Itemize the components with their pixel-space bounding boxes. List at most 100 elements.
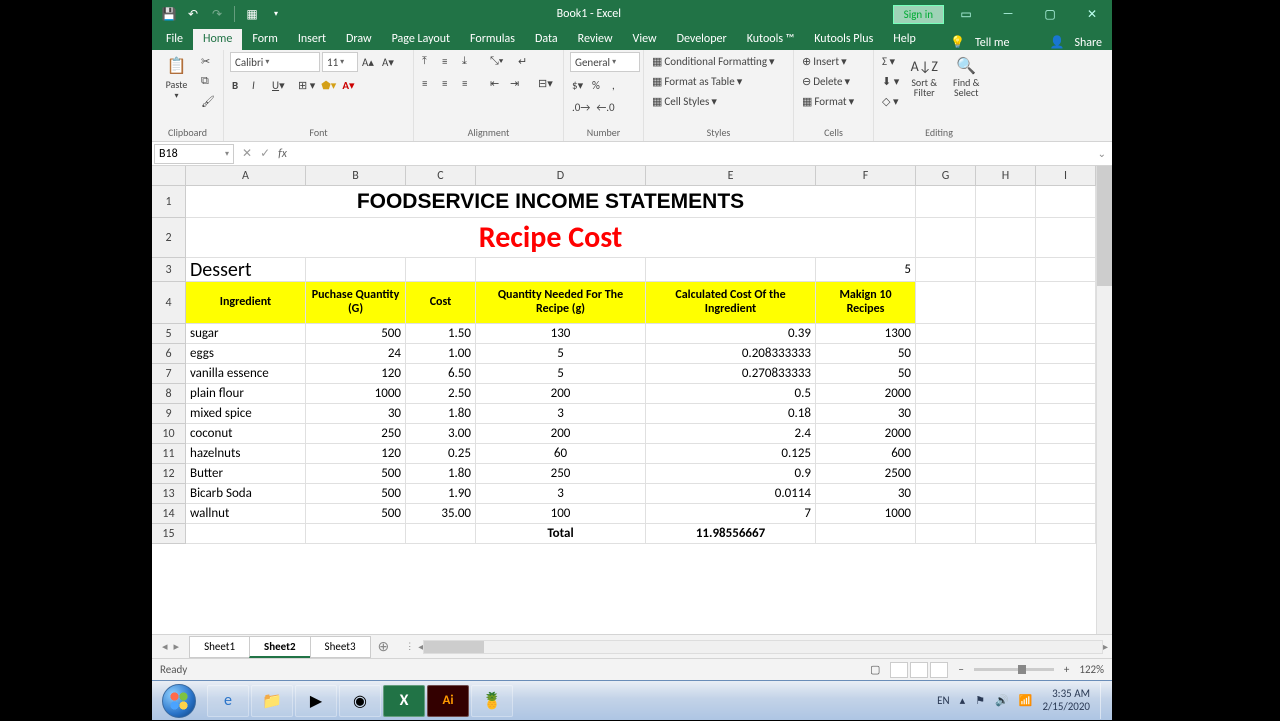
column-header[interactable]: F: [816, 166, 916, 186]
shrink-font-icon[interactable]: A▾: [380, 53, 398, 71]
taskbar-explorer-icon[interactable]: 📁: [251, 685, 293, 717]
cell[interactable]: [1036, 218, 1096, 258]
cell[interactable]: 1000: [816, 504, 916, 524]
increase-decimal-icon[interactable]: .0→: [570, 98, 592, 116]
cell[interactable]: Bicarb Soda: [186, 484, 306, 504]
ribbon-tab-review[interactable]: Review: [568, 29, 623, 50]
font-size-combo[interactable]: 11▾: [322, 52, 358, 72]
cell[interactable]: [976, 344, 1036, 364]
cell[interactable]: [976, 404, 1036, 424]
fill-icon[interactable]: ⬇ ▾: [880, 72, 901, 90]
cell[interactable]: 120: [306, 444, 406, 464]
cell[interactable]: [916, 218, 976, 258]
cell-header[interactable]: Makign 10 Recipes: [816, 282, 916, 324]
row-header[interactable]: 4: [152, 282, 186, 324]
row-header[interactable]: 14: [152, 504, 186, 524]
cell[interactable]: [1036, 258, 1096, 282]
cell[interactable]: 0.270833333: [646, 364, 816, 384]
enter-formula-icon[interactable]: ✓: [260, 146, 270, 161]
cell[interactable]: plain flour: [186, 384, 306, 404]
cell-header[interactable]: Quantity Needed For The Recipe (g): [476, 282, 646, 324]
cell[interactable]: [976, 384, 1036, 404]
cell-header[interactable]: [916, 282, 976, 324]
cell[interactable]: 120: [306, 364, 406, 384]
column-header[interactable]: C: [406, 166, 476, 186]
cell[interactable]: 1.80: [406, 404, 476, 424]
cell[interactable]: 5: [476, 344, 646, 364]
cell[interactable]: 500: [306, 504, 406, 524]
new-sheet-button[interactable]: ⊕: [370, 638, 398, 655]
row-header[interactable]: 1: [152, 186, 186, 218]
taskbar-chrome-icon[interactable]: ◉: [339, 685, 381, 717]
cell[interactable]: [976, 218, 1036, 258]
cell[interactable]: [976, 258, 1036, 282]
cell[interactable]: Total: [476, 524, 646, 544]
cell[interactable]: wallnut: [186, 504, 306, 524]
cell-header[interactable]: [1036, 282, 1096, 324]
cell[interactable]: [1036, 324, 1096, 344]
tray-lang[interactable]: EN: [937, 694, 949, 707]
cell-title2[interactable]: Recipe Cost: [186, 218, 916, 258]
format-painter-icon[interactable]: 🖌: [199, 92, 217, 110]
taskbar-media-icon[interactable]: ▶: [295, 685, 337, 717]
cell[interactable]: 0.208333333: [646, 344, 816, 364]
cell[interactable]: vanilla essence: [186, 364, 306, 384]
cell-header[interactable]: Puchase Quantity (G): [306, 282, 406, 324]
vertical-scrollbar[interactable]: [1096, 166, 1112, 634]
column-header[interactable]: E: [646, 166, 816, 186]
ribbon-tab-data[interactable]: Data: [525, 29, 568, 50]
formula-input[interactable]: [291, 144, 1092, 164]
row-header[interactable]: 5: [152, 324, 186, 344]
cell[interactable]: 50: [816, 364, 916, 384]
sheet-nav-prev-icon[interactable]: ◂: [162, 640, 168, 653]
autosum-icon[interactable]: Σ ▾: [880, 52, 901, 70]
cell[interactable]: 130: [476, 324, 646, 344]
ribbon-tab-pagelayout[interactable]: Page Layout: [382, 29, 460, 50]
cell[interactable]: [916, 504, 976, 524]
column-header[interactable]: D: [476, 166, 646, 186]
paste-button[interactable]: 📋 Paste ▾: [158, 52, 195, 101]
format-cells-button[interactable]: ▦ Format ▾: [800, 92, 856, 110]
ribbon-tab-formulas[interactable]: Formulas: [460, 29, 525, 50]
cell[interactable]: 0.125: [646, 444, 816, 464]
row-header[interactable]: 9: [152, 404, 186, 424]
currency-icon[interactable]: $▾: [570, 76, 588, 94]
cell[interactable]: 3.00: [406, 424, 476, 444]
page-layout-view-icon[interactable]: [910, 662, 928, 678]
cell[interactable]: [1036, 404, 1096, 424]
redo-icon[interactable]: ↷: [208, 5, 226, 23]
row-header[interactable]: 8: [152, 384, 186, 404]
cell[interactable]: 0.0114: [646, 484, 816, 504]
comma-icon[interactable]: ,: [610, 76, 628, 94]
cell-header[interactable]: Cost: [406, 282, 476, 324]
hscroll-right-icon[interactable]: ▸: [1103, 640, 1108, 653]
qat-customize-icon[interactable]: ▦: [243, 5, 261, 23]
cell[interactable]: 200: [476, 424, 646, 444]
increase-indent-icon[interactable]: ⇥: [508, 74, 526, 92]
cell[interactable]: [1036, 424, 1096, 444]
cell[interactable]: 1000: [306, 384, 406, 404]
cancel-formula-icon[interactable]: ✕: [242, 146, 252, 161]
expand-formula-bar-icon[interactable]: ⌄: [1092, 147, 1112, 160]
cell[interactable]: 11.98556667: [646, 524, 816, 544]
row-header[interactable]: 10: [152, 424, 186, 444]
page-break-view-icon[interactable]: [930, 662, 948, 678]
cell[interactable]: 0.9: [646, 464, 816, 484]
cell[interactable]: [916, 364, 976, 384]
minimize-icon[interactable]: —: [988, 0, 1028, 28]
cell[interactable]: 500: [306, 324, 406, 344]
ribbon-tab-draw[interactable]: Draw: [336, 29, 382, 50]
percent-icon[interactable]: %: [590, 76, 608, 94]
cell[interactable]: [1036, 384, 1096, 404]
qat-dropdown-icon[interactable]: ▾: [267, 5, 285, 23]
cell-title1[interactable]: FOODSERVICE INCOME STATEMENTS: [186, 186, 916, 218]
row-header[interactable]: 3: [152, 258, 186, 282]
ribbon-tab-form[interactable]: Form: [242, 29, 287, 50]
name-box[interactable]: B18▾: [154, 144, 234, 164]
ribbon-tab-help[interactable]: Help: [883, 29, 926, 50]
sheet-tab[interactable]: Sheet3: [310, 636, 371, 658]
orientation-icon[interactable]: ⤡▾: [488, 52, 506, 70]
format-as-table-button[interactable]: ▦ Format as Table ▾: [650, 72, 744, 90]
ribbon-tab-insert[interactable]: Insert: [288, 29, 336, 50]
tab-split-handle[interactable]: ⋮: [401, 641, 418, 652]
